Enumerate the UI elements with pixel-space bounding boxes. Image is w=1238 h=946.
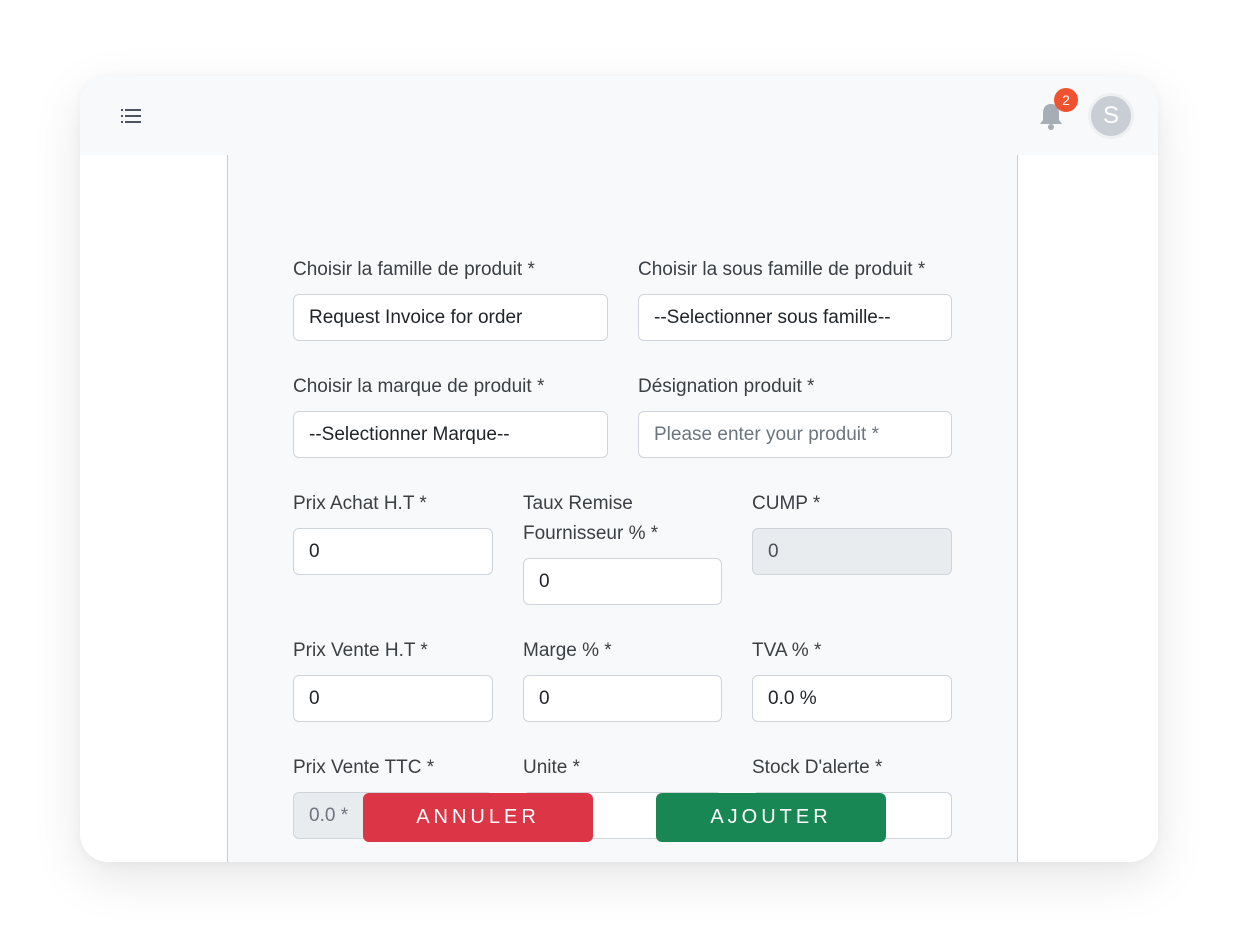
marge-input[interactable]: 0 xyxy=(523,675,722,722)
prix-vente-ht-label: Prix Vente H.T * xyxy=(293,640,428,661)
marque-select[interactable]: --Selectionner Marque-- xyxy=(293,411,608,458)
taux-remise-input[interactable]: 0 xyxy=(523,558,722,605)
sous-famille-select[interactable]: --Selectionner sous famille-- xyxy=(638,294,952,341)
cancel-button[interactable]: ANNULER xyxy=(363,793,593,842)
famille-select[interactable]: Request Invoice for order xyxy=(293,294,608,341)
add-button[interactable]: AJOUTER xyxy=(656,793,886,842)
cump-input: 0 xyxy=(752,528,952,575)
stock-alerte-label: Stock D'alerte * xyxy=(752,757,883,778)
designation-input[interactable]: Please enter your produit * xyxy=(638,411,952,458)
prix-achat-label: Prix Achat H.T * xyxy=(293,493,427,514)
famille-label: Choisir la famille de produit * xyxy=(293,259,535,280)
menu-icon[interactable] xyxy=(121,108,141,124)
tva-label: TVA % * xyxy=(752,640,822,661)
marge-label: Marge % * xyxy=(523,640,612,661)
designation-label: Désignation produit * xyxy=(638,376,815,397)
tva-input[interactable]: 0.0 % xyxy=(752,675,952,722)
marque-label: Choisir la marque de produit * xyxy=(293,376,545,397)
app-window: 2 S Choisir la famille de produit * Requ… xyxy=(80,76,1158,862)
product-form-panel: Choisir la famille de produit * Request … xyxy=(227,155,1018,862)
prix-vente-ht-input[interactable]: 0 xyxy=(293,675,493,722)
taux-remise-label-line2: Fournisseur % * xyxy=(523,523,659,544)
taux-remise-label-line1: Taux Remise xyxy=(523,493,633,514)
unite-label: Unite * xyxy=(523,757,581,778)
user-avatar[interactable]: S xyxy=(1088,93,1134,139)
prix-vente-ttc-label: Prix Vente TTC * xyxy=(293,757,435,778)
sous-famille-label: Choisir la sous famille de produit * xyxy=(638,259,926,280)
prix-achat-input[interactable]: 0 xyxy=(293,528,493,575)
notification-badge: 2 xyxy=(1054,88,1078,112)
cump-label: CUMP * xyxy=(752,493,821,514)
top-navbar: 2 S xyxy=(80,76,1158,155)
